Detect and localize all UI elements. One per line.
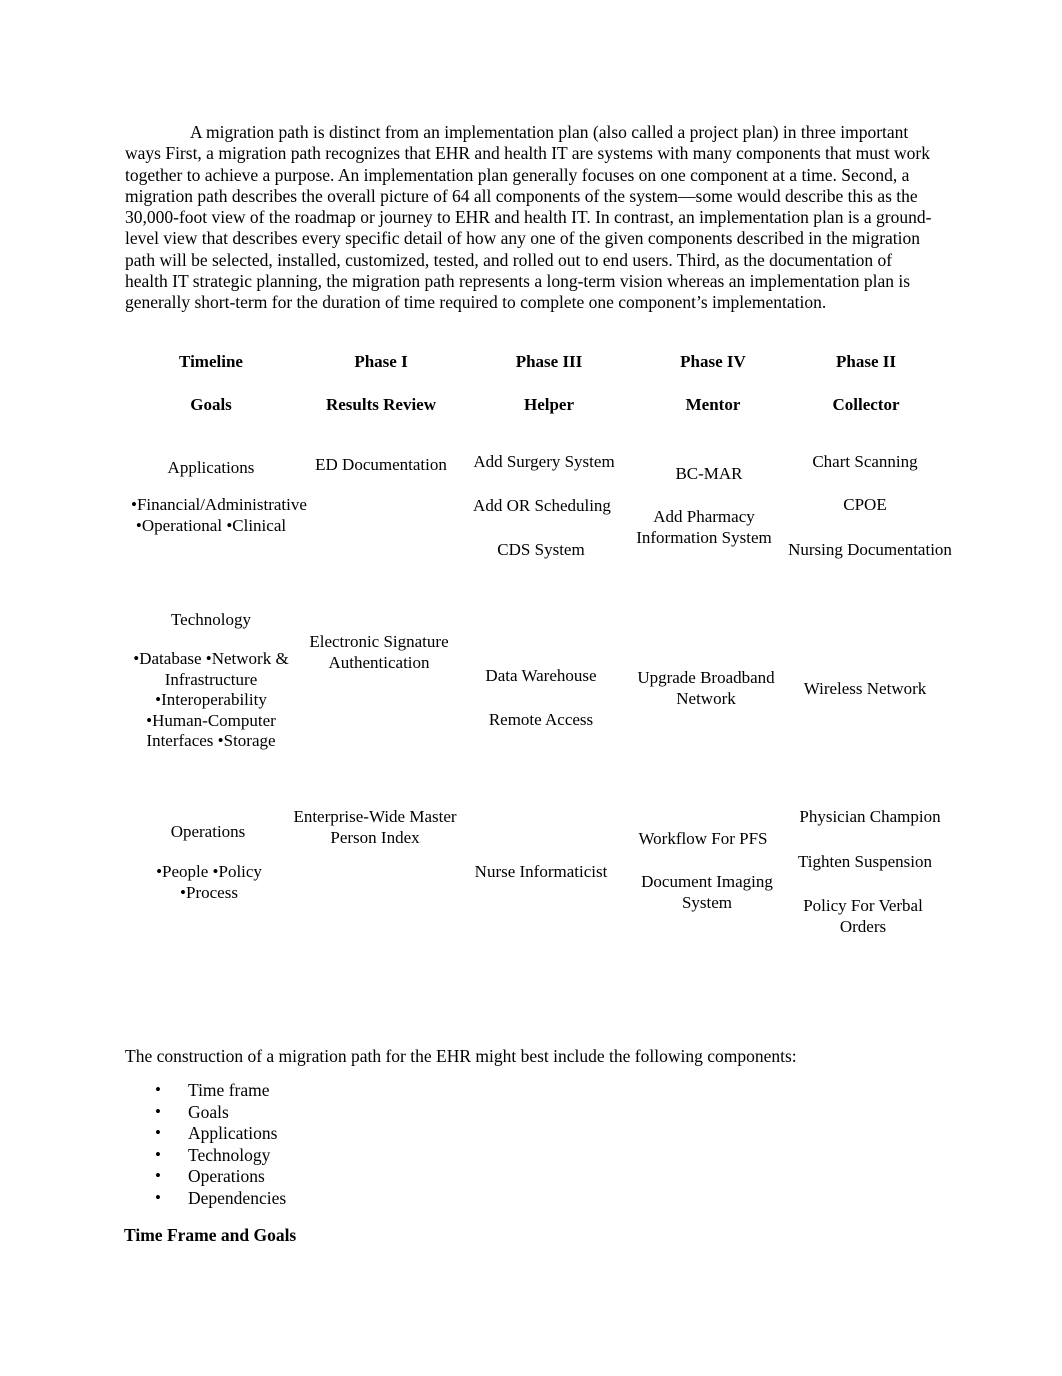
- cell-item: Electronic Signature Authentication: [309, 632, 449, 672]
- cell-item: CPOE: [843, 495, 887, 514]
- header-cell-goals: Goals: [125, 388, 297, 434]
- cell-item: Upgrade Broadband Network: [637, 668, 775, 708]
- row-category-bullets: •Financial/Administrative •Operational •…: [131, 495, 307, 535]
- header-cell-phase-iii: Phase III: [465, 345, 633, 388]
- header-cell-timeline: Timeline: [125, 345, 297, 388]
- header-label: Phase I: [354, 352, 408, 371]
- intro-paragraph: A migration path is distinct from an imp…: [125, 122, 935, 313]
- cell-item: Add Pharmacy Information System: [636, 507, 772, 547]
- cell-operations-phase-iv: Workflow For PFS Document Imaging System: [633, 797, 793, 975]
- cell-operations-phase-iii: Nurse Informaticist: [465, 797, 633, 975]
- header-label: Phase III: [515, 352, 583, 371]
- cell-item: Tighten Suspension: [798, 852, 932, 871]
- bullet-icon: •: [155, 1080, 161, 1099]
- cell-item: Data Warehouse: [485, 666, 597, 685]
- cell-item: Enterprise-Wide Master Person Index: [293, 807, 457, 847]
- cell-applications-phase-ii: Chart Scanning CPOE Nursing Documentatio…: [788, 434, 952, 584]
- list-item-label: Goals: [188, 1101, 229, 1122]
- header-label: Mentor: [685, 395, 741, 414]
- header-label: Phase II: [836, 352, 896, 371]
- row-category-label: Applications: [167, 458, 255, 477]
- header-cell-collector: Collector: [793, 388, 939, 434]
- table-header-row-phase: Timeline Phase I Phase III Phase IV Phas…: [125, 345, 939, 388]
- cell-item: Policy For Verbal Orders: [803, 896, 923, 936]
- cell-operations-timeline: Operations •People •Policy •Process: [125, 797, 297, 975]
- row-category-label: Technology: [170, 610, 251, 629]
- header-cell-phase-iv: Phase IV: [633, 345, 793, 388]
- list-item-label: Time frame: [188, 1080, 270, 1100]
- bullet-icon: •: [155, 1101, 161, 1121]
- cell-item: ED Documentation: [315, 455, 447, 474]
- header-cell-mentor: Mentor: [633, 388, 793, 434]
- section-subheading: Time Frame and Goals: [124, 1225, 297, 1245]
- list-item: • Time frame: [125, 1080, 286, 1102]
- row-category-label: Operations: [170, 822, 246, 841]
- table-row: Technology •Database •Network & Infrastr…: [125, 584, 939, 797]
- table-header-row-role: Goals Results Review Helper Mentor Colle…: [125, 388, 939, 434]
- list-item-label: Operations: [188, 1166, 265, 1186]
- bullet-icon: •: [155, 1166, 161, 1185]
- bullet-icon: •: [155, 1144, 161, 1164]
- document-page: A migration path is distinct from an imp…: [0, 0, 1062, 1376]
- header-label: Goals: [190, 395, 232, 414]
- cell-operations-phase-i: Enterprise-Wide Master Person Index: [293, 797, 465, 975]
- table-row: Applications •Financial/Administrative •…: [125, 434, 952, 584]
- list-item: • Operations: [125, 1166, 286, 1188]
- list-item: • Applications: [125, 1123, 286, 1145]
- cell-technology-phase-iii: Data Warehouse Remote Access: [465, 584, 633, 797]
- cell-item: Chart Scanning: [812, 452, 918, 471]
- closing-paragraph: The construction of a migration path for…: [125, 1046, 797, 1066]
- header-label: Phase IV: [680, 352, 746, 371]
- migration-path-table: Timeline Phase I Phase III Phase IV Phas…: [125, 345, 952, 975]
- list-item: • Dependencies: [125, 1188, 286, 1210]
- cell-applications-phase-i: ED Documentation: [297, 434, 465, 584]
- cell-item: BC-MAR: [675, 464, 743, 483]
- header-cell-helper: Helper: [465, 388, 633, 434]
- header-label: Results Review: [325, 395, 436, 414]
- cell-applications-timeline: Applications •Financial/Administrative •…: [125, 434, 307, 584]
- bullet-icon: •: [155, 1123, 161, 1142]
- table-row: Operations •People •Policy •Process Ente…: [125, 797, 941, 975]
- cell-item: Document Imaging System: [641, 872, 773, 912]
- header-label: Timeline: [179, 352, 243, 371]
- cell-item: CDS System: [497, 540, 585, 559]
- cell-item: Wireless Network: [803, 679, 927, 698]
- row-category-bullets: •People •Policy •Process: [156, 862, 262, 902]
- cell-technology-phase-iv: Upgrade Broadband Network: [633, 584, 793, 797]
- cell-operations-phase-ii: Physician Champion Tighten Suspension Po…: [793, 797, 941, 975]
- header-cell-phase-ii: Phase II: [793, 345, 939, 388]
- cell-item: Physician Champion: [799, 807, 941, 826]
- cell-item: Nursing Documentation: [788, 540, 952, 559]
- list-item-label: Technology: [188, 1144, 271, 1165]
- header-cell-results-review: Results Review: [297, 388, 465, 434]
- list-item: • Goals: [125, 1102, 286, 1124]
- cell-item: Remote Access: [488, 710, 594, 729]
- cell-applications-phase-iv: BC-MAR Add Pharmacy Information System: [633, 434, 793, 584]
- cell-item: Add OR Scheduling: [473, 496, 611, 515]
- cell-technology-phase-ii: Wireless Network: [793, 584, 939, 797]
- cell-item: Nurse Informaticist: [474, 862, 608, 881]
- row-category-bullets: •Database •Network & Infrastructure •Int…: [133, 649, 289, 750]
- cell-technology-phase-i: Electronic Signature Authentication: [297, 584, 465, 797]
- header-cell-phase-i: Phase I: [297, 345, 465, 388]
- cell-item: Add Surgery System: [473, 452, 615, 471]
- list-item: • Technology: [125, 1145, 286, 1167]
- cell-technology-timeline: Technology •Database •Network & Infrastr…: [125, 584, 297, 797]
- cell-item: Workflow For PFS: [638, 829, 768, 848]
- components-list: • Time frame • Goals • Applications • Te…: [125, 1080, 286, 1209]
- list-item-label: Dependencies: [188, 1187, 287, 1208]
- bullet-icon: •: [155, 1187, 161, 1207]
- header-label: Collector: [832, 395, 900, 414]
- header-label: Helper: [523, 395, 575, 414]
- list-item-label: Applications: [188, 1123, 278, 1143]
- cell-applications-phase-iii: Add Surgery System Add OR Scheduling CDS…: [465, 434, 633, 584]
